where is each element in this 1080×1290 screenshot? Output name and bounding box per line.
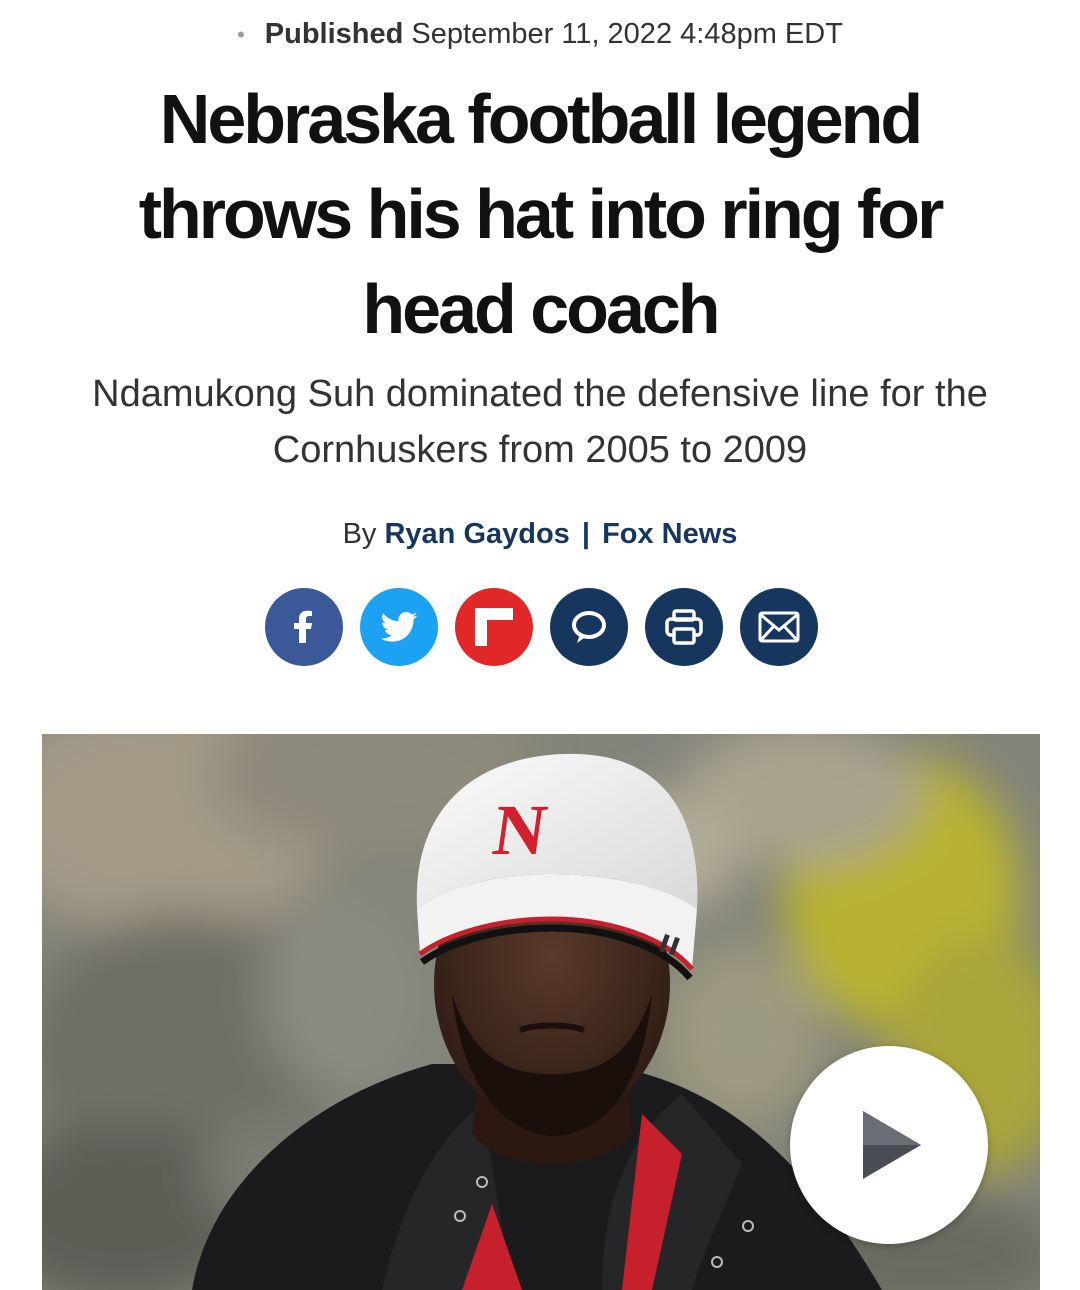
facebook-icon (294, 610, 312, 643)
published-label: Published (264, 18, 404, 50)
source-link[interactable]: Fox News (602, 518, 737, 550)
share-bar (265, 588, 825, 668)
hero-video[interactable]: N (42, 734, 1040, 1290)
play-icon (863, 1111, 921, 1179)
article-subheadline: Ndamukong Suh dominated the defensive li… (92, 373, 988, 471)
email-share-button[interactable] (740, 588, 818, 666)
comment-icon (572, 611, 606, 643)
author-link[interactable]: Ryan Gaydos (384, 518, 569, 550)
play-button[interactable] (790, 1046, 988, 1244)
byline: By Ryan Gaydos | Fox News (0, 514, 1080, 554)
email-icon (758, 611, 800, 643)
published-date: September 11, 2022 4:48pm EDT (411, 18, 843, 50)
hat-logo-letter: N (488, 790, 552, 870)
print-icon (665, 609, 703, 645)
article-headline: Nebraska football legend throws his hat … (138, 80, 945, 348)
facebook-share-button[interactable] (265, 588, 343, 666)
flipboard-share-button[interactable] (455, 588, 533, 666)
flipboard-icon (475, 608, 513, 646)
print-button[interactable] (645, 588, 723, 666)
bullet-icon: • (237, 22, 245, 48)
byline-separator: | (581, 518, 590, 550)
twitter-share-button[interactable] (360, 588, 438, 666)
byline-prefix: By (342, 518, 377, 550)
twitter-icon (380, 611, 418, 642)
publish-info: • Published September 11, 2022 4:48pm EDT (0, 14, 1080, 55)
comments-button[interactable] (550, 588, 628, 666)
